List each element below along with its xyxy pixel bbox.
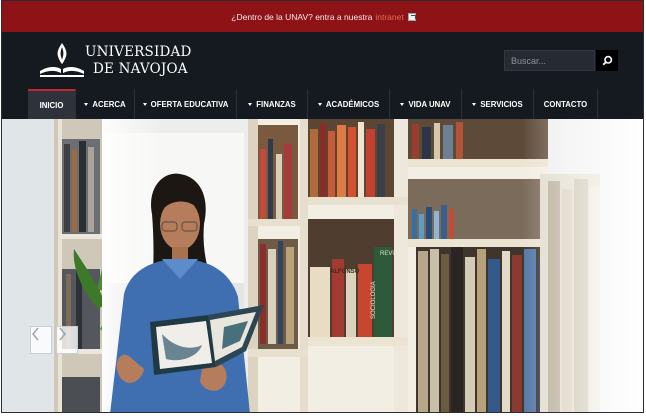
university-name: UNIVERSIDAD DE NAVOJOA [85,44,191,78]
chevron-left-icon [32,327,39,341]
nav-item-label: SERVICIOS [480,99,523,109]
nav-item-academicos[interactable]: ACADÉMICOS [308,89,390,119]
slider-next-button[interactable] [56,326,78,354]
book-spine-label-alfonso: ALFONSO [330,269,360,275]
search-input[interactable] [504,50,595,71]
external-link-icon[interactable] [407,12,416,21]
university-logo[interactable]: UNIVERSIDAD DE NAVOJOA [38,40,191,80]
book-spine-label-sociologia: SOCIOLOGIA [371,281,377,319]
search-box [504,50,618,71]
search-icon [602,55,612,66]
main-nav-items: INICIO ACERCA OFERTA EDUCATIVA FINANZAS … [28,89,598,119]
nav-item-label: FINANZAS [256,99,296,109]
slider-prev-button[interactable] [30,326,52,354]
university-name-line2: DE NAVOJOA [93,61,188,77]
main-nav: INICIO ACERCA OFERTA EDUCATIVA FINANZAS … [2,89,643,119]
chevron-down-icon [400,102,405,106]
nav-item-inicio[interactable]: INICIO [28,89,76,119]
chevron-right-icon [59,327,66,341]
nav-item-oferta-educativa[interactable]: OFERTA EDUCATIVA [135,89,237,119]
chevron-down-icon [248,102,253,106]
nav-item-label: VIDA UNAV [408,99,451,109]
nav-item-finanzas[interactable]: FINANZAS [237,89,308,119]
intranet-link[interactable]: intranet [375,12,403,22]
nav-item-label: INICIO [39,100,64,110]
book-spine-label-revu: REVU [380,251,397,257]
nav-item-acerca[interactable]: ACERCA [76,89,135,119]
chevron-down-icon [84,102,89,106]
search-button[interactable] [596,50,618,71]
hero-slider: ALFONSO REVU SOCIOLOGIA [2,119,643,412]
nav-item-servicios[interactable]: SERVICIOS [462,89,534,119]
university-name-line1: UNIVERSIDAD [85,44,192,60]
intranet-notice-text: ¿Dentro de la UNAV? entra a nuestra [231,11,373,22]
chevron-down-icon [317,102,322,106]
chevron-down-icon [472,102,477,106]
book-flame-icon [40,43,84,77]
nav-item-label: ACADÉMICOS [325,99,380,109]
nav-item-label: ACERCA [92,99,126,109]
site-header: UNIVERSIDAD DE NAVOJOA [2,32,643,89]
page-frame: ¿Dentro de la UNAV? entra a nuestra intr… [1,0,644,413]
intranet-notice-bar: ¿Dentro de la UNAV? entra a nuestra intr… [2,1,643,32]
nav-item-label: CONTACTO [543,99,588,109]
nav-item-label: OFERTA EDUCATIVA [150,99,229,109]
nav-item-vida-unav[interactable]: VIDA UNAV [390,89,462,119]
chevron-down-icon [142,102,147,106]
nav-item-contacto[interactable]: CONTACTO [534,89,598,119]
hero-library-image [2,119,643,412]
